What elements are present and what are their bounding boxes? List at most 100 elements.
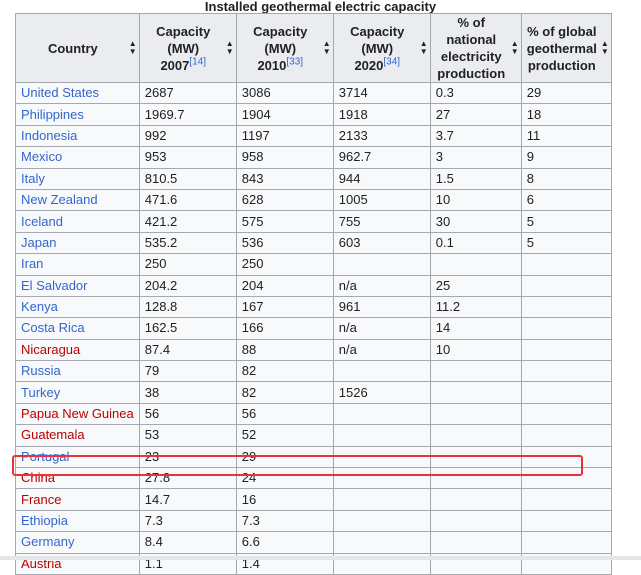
value-cell-c2007: 535.2 [138, 231, 237, 255]
value-cell-c2020 [332, 402, 431, 426]
sort-arrows-icon[interactable]: ▲ ▼ [511, 40, 519, 56]
value-cell-c2007: 79 [138, 360, 237, 383]
country-link[interactable]: New Zealand [21, 192, 98, 207]
value-cell-c2020 [332, 360, 431, 383]
country-link[interactable]: Germany [21, 534, 74, 549]
table-row: Germany 8.4 6.6 [15, 531, 612, 554]
value-cell-c2007: 14.7 [138, 488, 237, 511]
country-link[interactable]: United States [21, 85, 99, 100]
value-cell-c2007: 1969.7 [138, 103, 237, 126]
country-link[interactable]: Russia [21, 363, 61, 378]
country-link[interactable]: Costa Rica [21, 320, 85, 335]
column-header-capacity-2020[interactable]: Capacity (MW) 2020[34] ▲ ▼ [332, 13, 431, 83]
country-link[interactable]: Portugal [21, 449, 69, 464]
value-cell-c2020: 1918 [332, 103, 431, 126]
column-header-label: % of global geothermal production [526, 23, 597, 73]
column-header-national-percent[interactable]: % of national electricity production ▲ ▼ [429, 13, 522, 83]
sort-arrows-icon[interactable]: ▲ ▼ [129, 40, 137, 56]
value-cell-c2007: 953 [138, 146, 237, 169]
country-link[interactable]: Papua New Guinea [21, 406, 134, 421]
country-link[interactable]: China [21, 470, 55, 485]
value-cell-c2010: 52 [235, 424, 334, 447]
value-cell-c2020: 962.7 [332, 146, 431, 169]
table-row: Iceland 421.2 575 755 30 5 [15, 210, 612, 233]
value-cell-c2007: 7.3 [138, 509, 237, 533]
column-header-label: % of national electricity production [437, 15, 506, 81]
country-cell: Papua New Guinea [15, 402, 140, 426]
country-link[interactable]: Guatemala [21, 427, 85, 442]
country-link[interactable]: Italy [21, 171, 45, 186]
country-link[interactable]: Ethiopia [21, 513, 68, 528]
country-cell: Ethiopia [15, 509, 140, 533]
country-link[interactable]: Mexico [21, 149, 62, 164]
table-row: Russia 79 82 [15, 360, 612, 383]
value-cell-global: 11 [520, 124, 612, 148]
country-link[interactable]: Turkey [21, 385, 60, 400]
column-header-capacity-2007[interactable]: Capacity (MW) 2007[14] ▲ ▼ [138, 13, 237, 83]
value-cell-national: 10 [429, 338, 522, 362]
value-cell-c2007: 204.2 [138, 274, 237, 297]
value-cell-c2007: 87.4 [138, 338, 237, 362]
country-link[interactable]: Kenya [21, 299, 58, 314]
value-cell-national: 1.5 [429, 167, 522, 190]
value-cell-national: 3.7 [429, 124, 522, 148]
value-cell-c2010: 56 [235, 402, 334, 426]
value-cell-global [520, 424, 612, 447]
value-cell-national [429, 467, 522, 490]
value-cell-national [429, 381, 522, 404]
country-link[interactable]: Philippines [21, 107, 84, 122]
value-cell-c2007: 8.4 [138, 531, 237, 554]
column-header-country[interactable]: Country ▲ ▼ [15, 13, 140, 83]
value-cell-c2007: 27.8 [138, 467, 237, 490]
value-cell-c2020: 2133 [332, 124, 431, 148]
value-cell-c2020 [332, 424, 431, 447]
country-link[interactable]: Iceland [21, 214, 63, 229]
sort-arrows-icon[interactable]: ▲ ▼ [226, 40, 234, 56]
sort-arrows-icon[interactable]: ▲ ▼ [420, 40, 428, 56]
table-row: France 14.7 16 [15, 488, 612, 511]
table-row: Turkey 38 82 1526 [15, 381, 612, 404]
value-cell-c2007: 23 [138, 445, 237, 469]
column-header-global-percent[interactable]: % of global geothermal production ▲ ▼ [520, 13, 612, 83]
table-row: Iran 250 250 [15, 253, 612, 276]
reference-link[interactable]: [34] [383, 56, 400, 67]
value-cell-c2010: 204 [235, 274, 334, 297]
country-link[interactable]: Nicaragua [21, 342, 80, 357]
value-cell-national: 30 [429, 210, 522, 233]
value-cell-c2007: 250 [138, 253, 237, 276]
country-cell: Iceland [15, 210, 140, 233]
value-cell-national: 0.3 [429, 81, 522, 105]
table-row: Guatemala 53 52 [15, 424, 612, 447]
reference-link[interactable]: [14] [189, 56, 206, 67]
country-link[interactable]: France [21, 492, 61, 507]
value-cell-c2010: 843 [235, 167, 334, 190]
column-header-capacity-2010[interactable]: Capacity (MW) 2010[33] ▲ ▼ [235, 13, 334, 83]
sort-arrows-icon[interactable]: ▲ ▼ [601, 40, 609, 56]
country-link[interactable]: Japan [21, 235, 56, 250]
country-cell: Japan [15, 231, 140, 255]
value-cell-national [429, 402, 522, 426]
country-link[interactable]: El Salvador [21, 278, 87, 293]
country-cell: Portugal [15, 445, 140, 469]
reference-link[interactable]: [33] [286, 56, 303, 67]
value-cell-global: 29 [520, 81, 612, 105]
table-row: Nicaragua 87.4 88 n/a 10 [15, 338, 612, 362]
value-cell-national [429, 360, 522, 383]
value-cell-c2020 [332, 253, 431, 276]
value-cell-c2020: 944 [332, 167, 431, 190]
value-cell-c2020 [332, 445, 431, 469]
geothermal-capacity-table: Country ▲ ▼ Capacity (MW) 2007[14] ▲ ▼ Capacit… [15, 13, 612, 575]
country-cell: Kenya [15, 295, 140, 319]
sort-arrows-icon[interactable]: ▲ ▼ [323, 40, 331, 56]
table-row: United States 2687 3086 3714 0.3 29 [15, 81, 612, 105]
value-cell-c2010: 536 [235, 231, 334, 255]
country-link[interactable]: Indonesia [21, 128, 77, 143]
value-cell-c2020: 603 [332, 231, 431, 255]
value-cell-global [520, 488, 612, 511]
value-cell-c2007: 56 [138, 402, 237, 426]
country-link[interactable]: Iran [21, 256, 43, 271]
horizontal-scrollbar[interactable] [0, 556, 641, 560]
table-row: Indonesia 992 1197 2133 3.7 11 [15, 124, 612, 148]
table-row: Japan 535.2 536 603 0.1 5 [15, 231, 612, 255]
country-cell: El Salvador [15, 274, 140, 297]
